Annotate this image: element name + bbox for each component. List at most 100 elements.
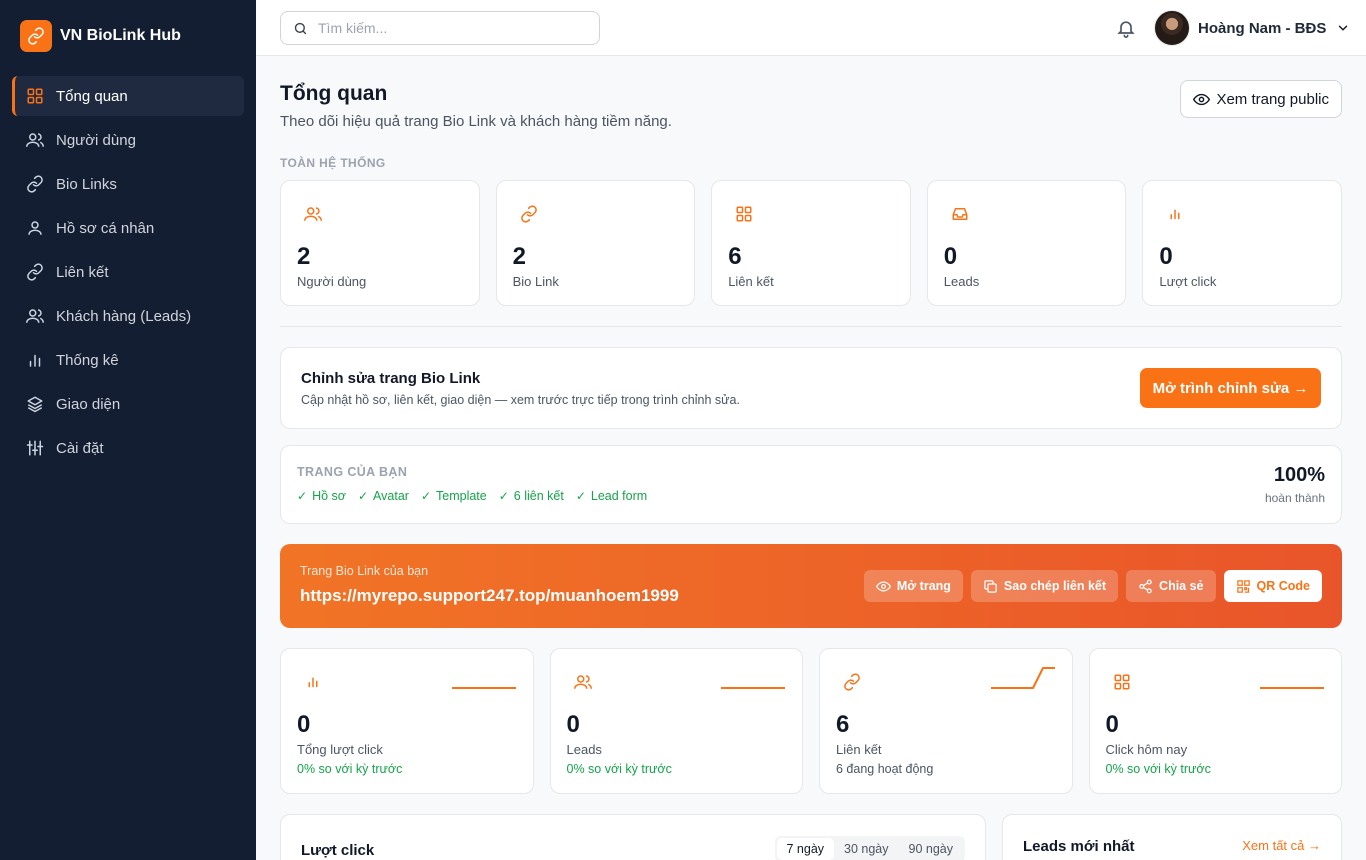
- page-subtitle: Theo dõi hiệu quả trang Bio Link và khác…: [280, 113, 672, 130]
- kpi-label: Click hôm nay: [1105, 742, 1188, 757]
- sparkline: [451, 687, 516, 689]
- qr-code-icon: [1236, 579, 1250, 593]
- section-label: TOÀN HỆ THỐNG: [280, 156, 386, 170]
- kpi-card-today-clicks: 0 Click hôm nay 0% so với kỳ trước: [1088, 648, 1342, 794]
- kpi-label: Leads: [566, 742, 602, 757]
- share-label: Chia sẻ: [1159, 579, 1204, 593]
- bio-link-url[interactable]: https://myrepo.support247.top/muanhoem19…: [300, 586, 679, 606]
- check-icon: ✓: [357, 489, 369, 503]
- kpi-value: 0: [1105, 711, 1119, 738]
- sidebar-item-stats[interactable]: Thống kê: [12, 340, 244, 380]
- copy-icon: [984, 579, 997, 593]
- check-icon: ✓: [420, 489, 431, 503]
- eye-icon: [875, 580, 891, 592]
- check-item: ✓ Template: [421, 489, 487, 503]
- link-icon: [27, 175, 43, 193]
- sidebar-item-profile[interactable]: Hồ sơ cá nhân: [12, 208, 244, 248]
- users-icon: [304, 207, 322, 221]
- editor-title: Chỉnh sửa trang Bio Link: [301, 370, 481, 387]
- stat-label: Lượt click: [1159, 274, 1217, 289]
- checklist: ✓ Hồ sơ ✓ Avatar ✓ Template ✓ 6 liên kết ✓ Le…: [297, 489, 647, 503]
- sidebar-item-overview[interactable]: Tổng quan: [12, 76, 244, 116]
- bar-chart-icon: [29, 354, 41, 367]
- sparkline: [721, 687, 785, 689]
- avatar: [1154, 10, 1190, 46]
- view-all-link[interactable]: Xem tất cả →: [1242, 838, 1321, 853]
- stat-value: 6: [728, 243, 742, 270]
- link-icon: [520, 205, 537, 223]
- banner-caption: Trang Bio Link của bạn: [300, 564, 429, 578]
- share-icon: [1139, 579, 1152, 593]
- editor-card: Chỉnh sửa trang Bio Link Cập nhật hồ sơ,…: [280, 347, 1342, 429]
- check-icon: ✓: [297, 489, 308, 503]
- share-button[interactable]: Chia sẻ: [1126, 570, 1216, 602]
- kpi-label: Tổng lượt click: [297, 742, 383, 757]
- kpi-value: 0: [566, 711, 580, 738]
- stat-value: 0: [1159, 243, 1173, 270]
- stat-label: Người dùng: [297, 274, 367, 289]
- kpi-cards: 0 Tổng lượt click 0% so với kỳ trước 0 L…: [280, 648, 1342, 794]
- range-option-7d[interactable]: 7 ngày: [776, 838, 835, 860]
- kpi-value: 0: [297, 711, 311, 738]
- stat-card-links: 6 Liên kết: [711, 180, 911, 306]
- range-option-30d[interactable]: 30 ngày: [834, 838, 898, 860]
- progress-label: TRANG CỦA BẠN: [297, 465, 408, 479]
- clicks-title: Lượt click: [301, 842, 375, 859]
- sidebar-item-label: Giao diện: [56, 395, 121, 413]
- view-public-button[interactable]: Xem trang public: [1180, 80, 1342, 118]
- sidebar: VN BioLink Hub Tổng quan Người dùng Bio …: [0, 0, 256, 860]
- user-menu[interactable]: Hoàng Nam - BĐS: [1154, 10, 1350, 46]
- check-label: Template: [436, 489, 487, 503]
- sidebar-item-users[interactable]: Người dùng: [12, 120, 244, 160]
- inbox-icon: [952, 208, 968, 220]
- bell-icon: [1117, 21, 1135, 38]
- copy-link-label: Sao chép liên kết: [1003, 579, 1107, 593]
- stat-card-clicks: 0 Lượt click: [1142, 180, 1342, 306]
- copy-link-button[interactable]: Sao chép liên kết: [970, 570, 1119, 602]
- notifications-button[interactable]: [1116, 18, 1136, 43]
- sidebar-item-leads[interactable]: Khách hàng (Leads): [12, 296, 244, 336]
- kpi-delta: 0% so với kỳ trước: [1105, 762, 1211, 776]
- range-option-90d[interactable]: 90 ngày: [899, 838, 963, 860]
- open-page-button[interactable]: Mở trang: [863, 570, 963, 602]
- stat-label: Bio Link: [512, 274, 559, 289]
- latest-leads-title: Leads mới nhất: [1023, 838, 1135, 855]
- check-item: ✓ Avatar: [358, 489, 409, 503]
- open-editor-button[interactable]: Mở trình chỉnh sửa →: [1140, 368, 1321, 408]
- search-box[interactable]: [280, 11, 600, 45]
- check-label: Lead form: [590, 489, 648, 503]
- users-icon: [573, 675, 592, 689]
- qr-code-button[interactable]: QR Code: [1223, 570, 1322, 602]
- sidebar-item-links[interactable]: Liên kết: [12, 252, 244, 292]
- stat-card-leads: 0 Leads: [926, 180, 1127, 306]
- bar-chart-icon: [1170, 209, 1180, 220]
- brand[interactable]: VN BioLink Hub: [20, 20, 181, 52]
- kpi-label: Liên kết: [836, 742, 882, 757]
- stat-card-users: 2 Người dùng: [280, 180, 480, 306]
- system-stats: 2 Người dùng 2 Bio Link 6 Liên kết 0 Lea…: [280, 180, 1342, 306]
- sidebar-item-settings[interactable]: Cài đặt: [12, 428, 244, 468]
- stat-card-bio-links: 2 Bio Link: [495, 180, 696, 306]
- sidebar-item-label: Hồ sơ cá nhân: [56, 219, 155, 237]
- sidebar-item-label: Cài đặt: [56, 439, 104, 457]
- bio-link-banner: Trang Bio Link của bạn https://myrepo.su…: [280, 544, 1342, 628]
- banner-actions: Mở trang Sao chép liên kết Chia sẻ QR Co…: [863, 570, 1322, 602]
- sidebar-item-appearance[interactable]: Giao diện: [12, 384, 244, 424]
- sidebar-item-bio-links[interactable]: Bio Links: [12, 164, 244, 204]
- stat-label: Leads: [943, 274, 980, 289]
- open-page-label: Mở trang: [896, 579, 951, 593]
- check-item: ✓ Hồ sơ: [297, 489, 346, 503]
- check-icon: ✓: [575, 489, 586, 503]
- link-icon: [28, 27, 44, 45]
- sidebar-item-label: Tổng quan: [56, 87, 128, 105]
- grid-icon: [27, 88, 43, 104]
- grid-icon: [1114, 674, 1129, 690]
- search-input[interactable]: [318, 20, 578, 36]
- stat-value: 2: [512, 243, 526, 270]
- search-icon: [294, 22, 307, 34]
- eye-icon: [1193, 93, 1211, 105]
- clicks-chart-card: Lượt click 7 ngày 30 ngày 90 ngày: [280, 814, 986, 860]
- kpi-delta: 0% so với kỳ trước: [297, 762, 403, 776]
- brand-name: VN BioLink Hub: [60, 27, 181, 44]
- sidebar-item-label: Liên kết: [56, 263, 109, 281]
